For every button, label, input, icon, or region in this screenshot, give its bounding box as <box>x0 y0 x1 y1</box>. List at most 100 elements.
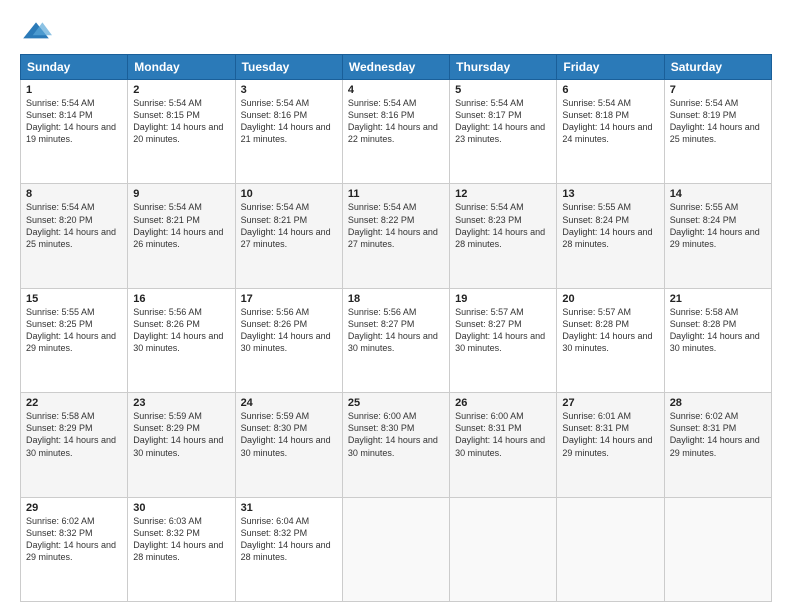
day-info: Sunrise: 6:00 AMSunset: 8:31 PMDaylight:… <box>455 411 545 457</box>
day-info: Sunrise: 5:59 AMSunset: 8:30 PMDaylight:… <box>241 411 331 457</box>
logo-icon <box>20 16 52 48</box>
day-number: 18 <box>348 293 444 305</box>
weekday-header-saturday: Saturday <box>664 55 771 80</box>
day-info: Sunrise: 5:56 AMSunset: 8:26 PMDaylight:… <box>133 307 223 353</box>
day-info: Sunrise: 5:55 AMSunset: 8:25 PMDaylight:… <box>26 307 116 353</box>
day-number: 12 <box>455 188 551 200</box>
day-number: 30 <box>133 502 229 514</box>
day-info: Sunrise: 6:00 AMSunset: 8:30 PMDaylight:… <box>348 411 438 457</box>
calendar-cell: 5 Sunrise: 5:54 AMSunset: 8:17 PMDayligh… <box>450 80 557 184</box>
calendar-cell <box>342 497 449 601</box>
day-info: Sunrise: 5:58 AMSunset: 8:28 PMDaylight:… <box>670 307 760 353</box>
day-number: 14 <box>670 188 766 200</box>
day-number: 25 <box>348 397 444 409</box>
calendar-cell: 11 Sunrise: 5:54 AMSunset: 8:22 PMDaylig… <box>342 184 449 288</box>
day-number: 23 <box>133 397 229 409</box>
day-number: 15 <box>26 293 122 305</box>
day-info: Sunrise: 5:54 AMSunset: 8:17 PMDaylight:… <box>455 98 545 144</box>
day-number: 22 <box>26 397 122 409</box>
day-number: 28 <box>670 397 766 409</box>
week-row-3: 15 Sunrise: 5:55 AMSunset: 8:25 PMDaylig… <box>21 288 772 392</box>
day-number: 16 <box>133 293 229 305</box>
calendar-cell: 29 Sunrise: 6:02 AMSunset: 8:32 PMDaylig… <box>21 497 128 601</box>
calendar-cell: 10 Sunrise: 5:54 AMSunset: 8:21 PMDaylig… <box>235 184 342 288</box>
day-number: 9 <box>133 188 229 200</box>
calendar-cell: 30 Sunrise: 6:03 AMSunset: 8:32 PMDaylig… <box>128 497 235 601</box>
weekday-header-row: SundayMondayTuesdayWednesdayThursdayFrid… <box>21 55 772 80</box>
day-number: 11 <box>348 188 444 200</box>
day-info: Sunrise: 5:56 AMSunset: 8:26 PMDaylight:… <box>241 307 331 353</box>
calendar-cell <box>557 497 664 601</box>
calendar-table: SundayMondayTuesdayWednesdayThursdayFrid… <box>20 54 772 602</box>
day-info: Sunrise: 5:54 AMSunset: 8:22 PMDaylight:… <box>348 202 438 248</box>
day-number: 27 <box>562 397 658 409</box>
day-number: 8 <box>26 188 122 200</box>
day-info: Sunrise: 5:54 AMSunset: 8:21 PMDaylight:… <box>133 202 223 248</box>
calendar-cell: 31 Sunrise: 6:04 AMSunset: 8:32 PMDaylig… <box>235 497 342 601</box>
calendar-cell: 16 Sunrise: 5:56 AMSunset: 8:26 PMDaylig… <box>128 288 235 392</box>
calendar-cell: 18 Sunrise: 5:56 AMSunset: 8:27 PMDaylig… <box>342 288 449 392</box>
calendar-cell: 14 Sunrise: 5:55 AMSunset: 8:24 PMDaylig… <box>664 184 771 288</box>
day-info: Sunrise: 5:57 AMSunset: 8:27 PMDaylight:… <box>455 307 545 353</box>
day-info: Sunrise: 5:54 AMSunset: 8:16 PMDaylight:… <box>241 98 331 144</box>
day-info: Sunrise: 6:01 AMSunset: 8:31 PMDaylight:… <box>562 411 652 457</box>
day-info: Sunrise: 5:54 AMSunset: 8:20 PMDaylight:… <box>26 202 116 248</box>
page: SundayMondayTuesdayWednesdayThursdayFrid… <box>0 0 792 612</box>
logo <box>20 16 56 48</box>
week-row-5: 29 Sunrise: 6:02 AMSunset: 8:32 PMDaylig… <box>21 497 772 601</box>
calendar-cell: 26 Sunrise: 6:00 AMSunset: 8:31 PMDaylig… <box>450 393 557 497</box>
day-info: Sunrise: 5:55 AMSunset: 8:24 PMDaylight:… <box>562 202 652 248</box>
day-number: 3 <box>241 84 337 96</box>
day-number: 13 <box>562 188 658 200</box>
day-number: 5 <box>455 84 551 96</box>
day-number: 7 <box>670 84 766 96</box>
day-number: 29 <box>26 502 122 514</box>
calendar-cell: 25 Sunrise: 6:00 AMSunset: 8:30 PMDaylig… <box>342 393 449 497</box>
day-info: Sunrise: 5:56 AMSunset: 8:27 PMDaylight:… <box>348 307 438 353</box>
header <box>20 16 772 48</box>
day-info: Sunrise: 5:54 AMSunset: 8:23 PMDaylight:… <box>455 202 545 248</box>
day-number: 19 <box>455 293 551 305</box>
calendar-cell: 27 Sunrise: 6:01 AMSunset: 8:31 PMDaylig… <box>557 393 664 497</box>
day-info: Sunrise: 5:55 AMSunset: 8:24 PMDaylight:… <box>670 202 760 248</box>
day-number: 20 <box>562 293 658 305</box>
calendar-cell: 3 Sunrise: 5:54 AMSunset: 8:16 PMDayligh… <box>235 80 342 184</box>
calendar-cell: 23 Sunrise: 5:59 AMSunset: 8:29 PMDaylig… <box>128 393 235 497</box>
weekday-header-thursday: Thursday <box>450 55 557 80</box>
calendar-cell: 28 Sunrise: 6:02 AMSunset: 8:31 PMDaylig… <box>664 393 771 497</box>
calendar-cell <box>664 497 771 601</box>
calendar-cell: 20 Sunrise: 5:57 AMSunset: 8:28 PMDaylig… <box>557 288 664 392</box>
day-number: 1 <box>26 84 122 96</box>
calendar-cell: 12 Sunrise: 5:54 AMSunset: 8:23 PMDaylig… <box>450 184 557 288</box>
weekday-header-wednesday: Wednesday <box>342 55 449 80</box>
weekday-header-monday: Monday <box>128 55 235 80</box>
calendar-cell: 2 Sunrise: 5:54 AMSunset: 8:15 PMDayligh… <box>128 80 235 184</box>
weekday-header-tuesday: Tuesday <box>235 55 342 80</box>
calendar-cell: 13 Sunrise: 5:55 AMSunset: 8:24 PMDaylig… <box>557 184 664 288</box>
calendar-cell: 6 Sunrise: 5:54 AMSunset: 8:18 PMDayligh… <box>557 80 664 184</box>
day-number: 4 <box>348 84 444 96</box>
day-info: Sunrise: 5:54 AMSunset: 8:18 PMDaylight:… <box>562 98 652 144</box>
calendar-cell: 1 Sunrise: 5:54 AMSunset: 8:14 PMDayligh… <box>21 80 128 184</box>
day-info: Sunrise: 5:54 AMSunset: 8:15 PMDaylight:… <box>133 98 223 144</box>
day-info: Sunrise: 5:54 AMSunset: 8:19 PMDaylight:… <box>670 98 760 144</box>
day-number: 17 <box>241 293 337 305</box>
calendar-cell: 9 Sunrise: 5:54 AMSunset: 8:21 PMDayligh… <box>128 184 235 288</box>
weekday-header-friday: Friday <box>557 55 664 80</box>
day-info: Sunrise: 5:57 AMSunset: 8:28 PMDaylight:… <box>562 307 652 353</box>
day-number: 6 <box>562 84 658 96</box>
week-row-1: 1 Sunrise: 5:54 AMSunset: 8:14 PMDayligh… <box>21 80 772 184</box>
day-number: 31 <box>241 502 337 514</box>
calendar-cell: 19 Sunrise: 5:57 AMSunset: 8:27 PMDaylig… <box>450 288 557 392</box>
day-info: Sunrise: 5:54 AMSunset: 8:21 PMDaylight:… <box>241 202 331 248</box>
weekday-header-sunday: Sunday <box>21 55 128 80</box>
week-row-2: 8 Sunrise: 5:54 AMSunset: 8:20 PMDayligh… <box>21 184 772 288</box>
calendar-cell: 8 Sunrise: 5:54 AMSunset: 8:20 PMDayligh… <box>21 184 128 288</box>
calendar-cell: 24 Sunrise: 5:59 AMSunset: 8:30 PMDaylig… <box>235 393 342 497</box>
day-number: 21 <box>670 293 766 305</box>
day-info: Sunrise: 6:04 AMSunset: 8:32 PMDaylight:… <box>241 516 331 562</box>
day-info: Sunrise: 5:54 AMSunset: 8:16 PMDaylight:… <box>348 98 438 144</box>
day-info: Sunrise: 5:54 AMSunset: 8:14 PMDaylight:… <box>26 98 116 144</box>
day-info: Sunrise: 6:03 AMSunset: 8:32 PMDaylight:… <box>133 516 223 562</box>
calendar-cell: 21 Sunrise: 5:58 AMSunset: 8:28 PMDaylig… <box>664 288 771 392</box>
